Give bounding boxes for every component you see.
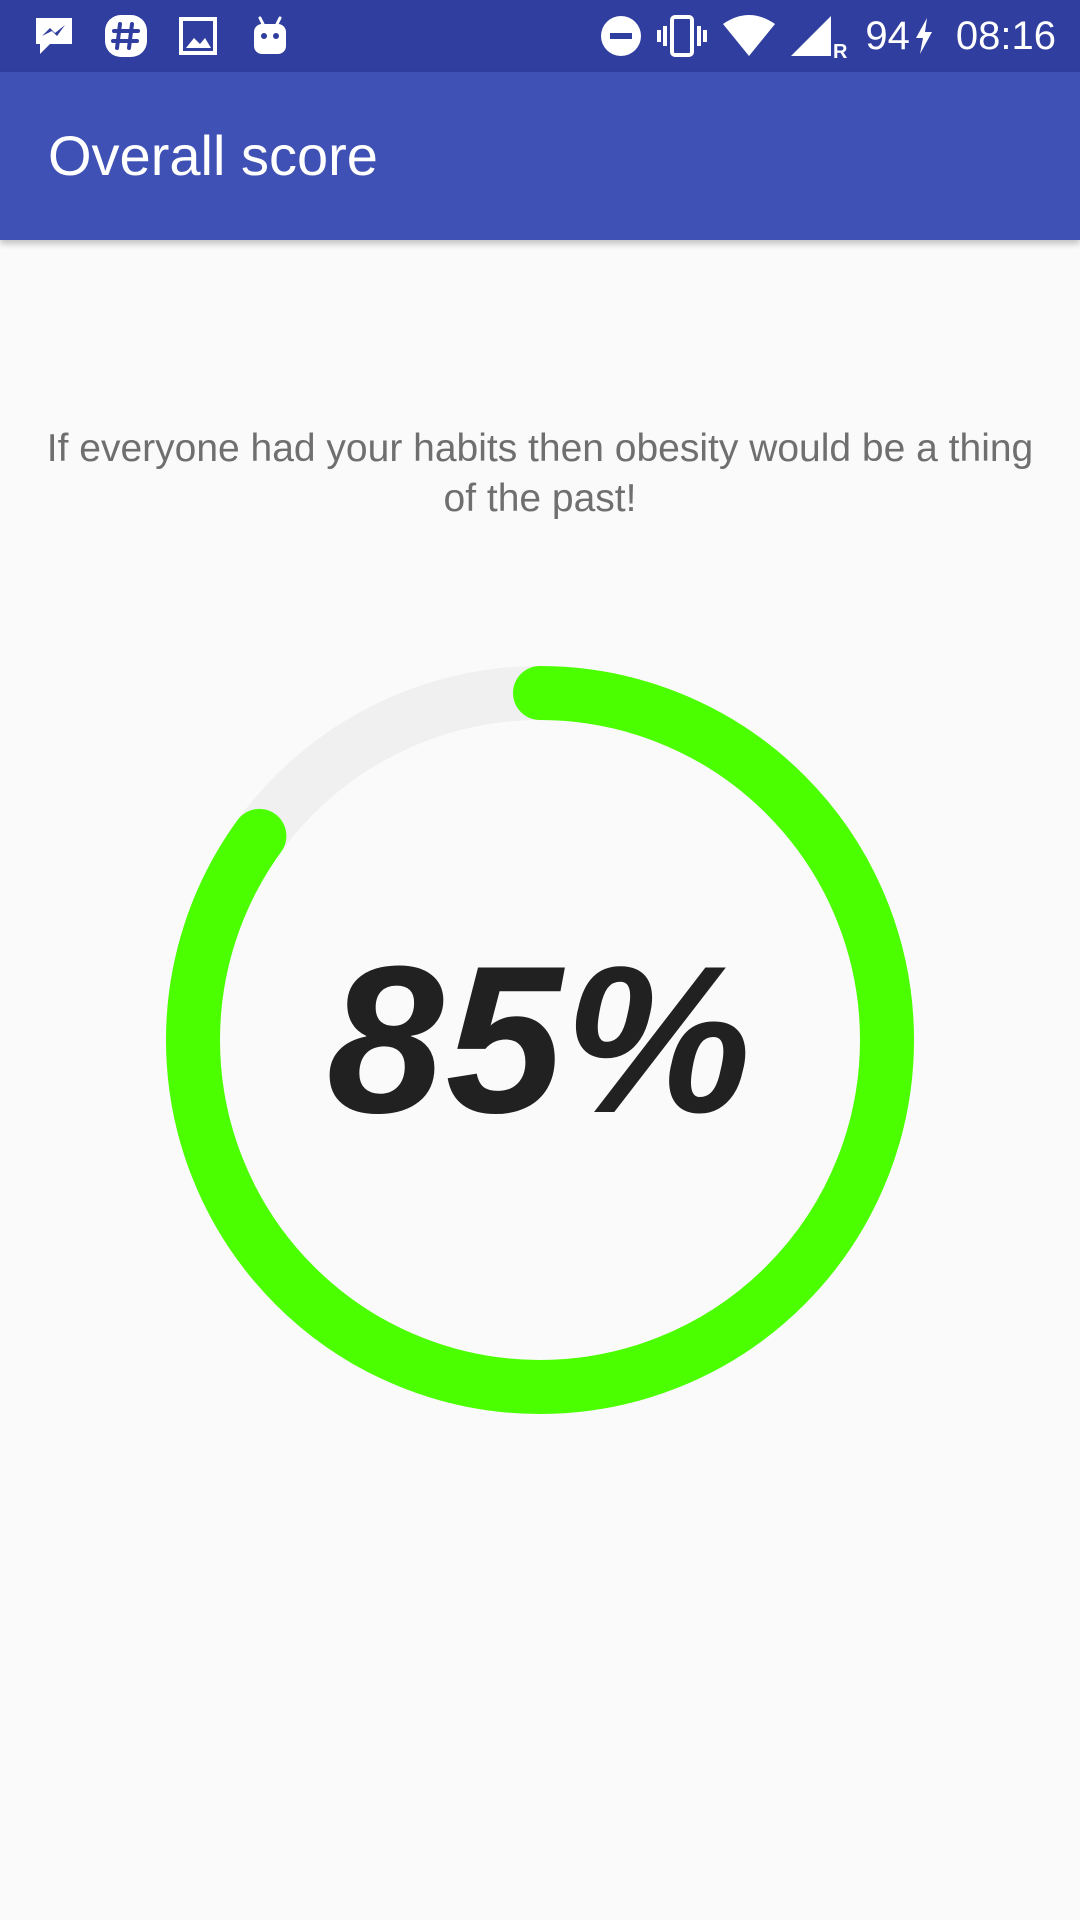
vibrate-icon — [655, 14, 709, 58]
battery-level: 94 — [865, 14, 910, 58]
status-bar: R 94 08:16 — [0, 0, 1080, 72]
do-not-disturb-icon — [599, 14, 643, 58]
slack-icon — [102, 14, 150, 58]
score-gauge: 85% — [160, 660, 920, 1420]
messenger-icon — [30, 14, 78, 58]
system-icons: R 94 08:16 — [587, 14, 1056, 63]
signal-roaming-label: R — [832, 41, 848, 63]
gallery-icon — [174, 14, 222, 58]
app-bar: Overall score — [0, 72, 1080, 240]
score-percentage: 85% — [326, 922, 754, 1157]
wifi-icon — [721, 14, 777, 58]
battery-charging-icon — [914, 18, 934, 54]
android-icon — [246, 14, 294, 58]
page-title: Overall score — [48, 124, 378, 187]
score-message: If everyone had your habits then obesity… — [46, 427, 1034, 520]
notification-icons — [30, 14, 318, 58]
clock: 08:16 — [955, 14, 1056, 58]
signal-icon: R — [789, 14, 847, 63]
